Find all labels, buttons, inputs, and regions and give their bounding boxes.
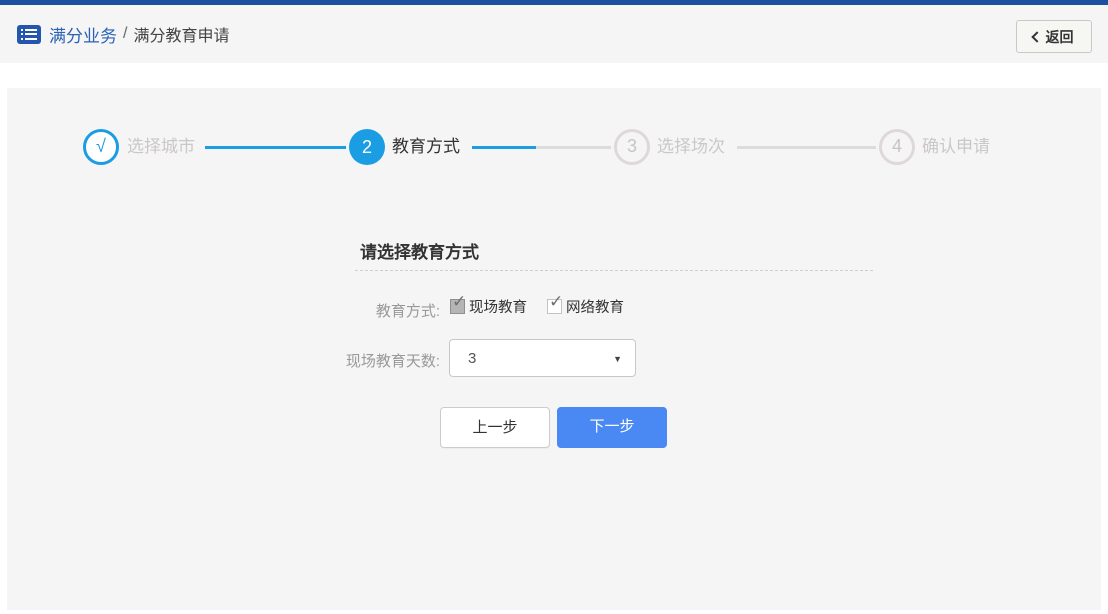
form-divider [355,270,873,271]
next-step-button[interactable]: 下一步 [557,407,667,448]
chevron-left-icon [1030,30,1043,43]
onsite-checkbox-box: ✓ [450,293,466,314]
back-button[interactable]: 返回 [1016,20,1092,53]
breadcrumb: 满分业务 / 满分教育申请 [17,5,229,63]
onsite-education-checkbox: ✓ 现场教育 [450,293,527,317]
back-button-label: 返回 [1045,28,1074,45]
network-education-checkbox[interactable]: ✓ 网络教育 [547,293,624,317]
step-4-circle: 4 [879,129,915,165]
check-icon: ✓ [452,292,467,311]
step-1-label: 选择城市 [127,137,195,156]
prev-step-button[interactable]: 上一步 [440,407,550,448]
step-connector-1 [205,146,346,149]
step-4-label: 确认申请 [922,137,990,156]
menu-list-icon [17,24,41,44]
step-1-circle: √ [83,129,119,165]
onsite-education-label: 现场教育 [469,300,527,316]
page-title: 满分教育申请 [133,28,230,45]
step-1-check-icon: √ [96,136,106,156]
step-3-number: 3 [626,136,637,156]
step-connector-2 [472,146,611,149]
dropdown-arrow-icon: ▼ [613,354,622,364]
form-title: 请选择教育方式 [360,243,479,262]
step-2-circle: 2 [349,129,385,165]
header: 满分业务 / 满分教育申请 返回 [0,5,1108,63]
onsite-days-select[interactable]: 3 ▼ [449,339,636,377]
step-4-number: 4 [891,136,902,156]
onsite-days-label: 现场教育天数: [345,353,440,370]
step-3-circle: 3 [614,129,650,165]
breadcrumb-separator: / [123,25,128,42]
days-select-value: 3 [468,350,477,367]
education-method-label: 教育方式: [375,303,440,320]
check-icon: ✓ [549,292,564,311]
brand-link[interactable]: 满分业务 [49,22,117,47]
step-3-label: 选择场次 [657,137,725,156]
network-checkbox-box[interactable]: ✓ [547,293,563,314]
education-method-options: ✓ 现场教育 ✓ 网络教育 [450,293,624,317]
step-2-label: 教育方式 [392,137,460,156]
page: 满分业务 / 满分教育申请 返回 √ 选择城市 2 教育方式 3 选择场次 4 … [0,0,1108,614]
step-2-number: 2 [361,137,372,157]
step-connector-3 [737,146,876,149]
network-education-label: 网络教育 [566,300,624,316]
